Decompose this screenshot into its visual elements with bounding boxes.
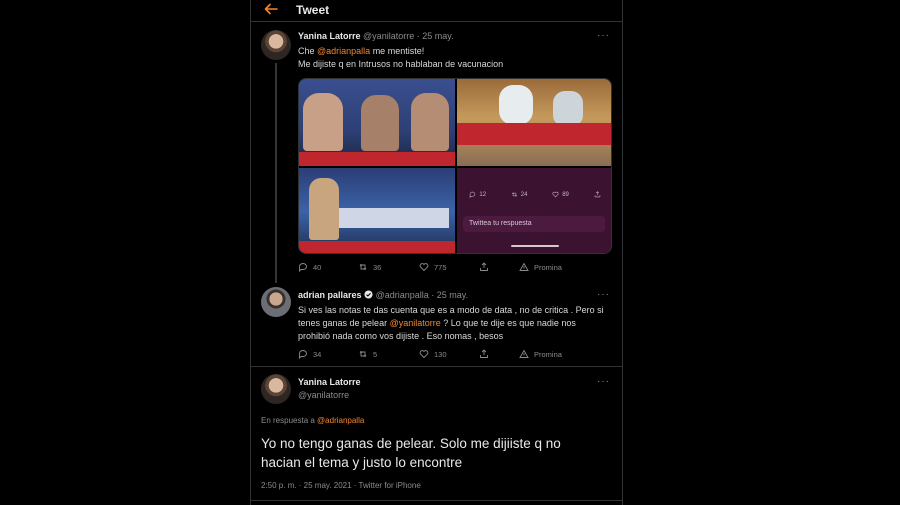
author-handle[interactable]: @adrianpalla: [376, 290, 429, 300]
retweet-button[interactable]: 5: [358, 349, 377, 359]
author-name[interactable]: Yanina Latorre: [298, 377, 361, 387]
media-reply-box: Twittea tu respuesta: [463, 216, 605, 232]
media-action-row: 12 24 89: [457, 191, 611, 198]
like-button[interactable]: 775: [419, 262, 447, 272]
avatar[interactable]: [261, 374, 291, 404]
share-icon: [480, 262, 488, 271]
mention-link[interactable]: @yanilatorre: [390, 318, 441, 328]
tweet-column: Tweet Yanina Latorre @yanilatorre · 25 m…: [250, 0, 623, 505]
divider: [251, 500, 622, 501]
promote-label: Promina: [534, 262, 562, 272]
author-handle[interactable]: @yanilatorre: [363, 31, 414, 41]
reply-count: 34: [313, 349, 322, 359]
author-name[interactable]: Yanina Latorre: [298, 31, 361, 41]
share-button[interactable]: [479, 349, 489, 359]
share-icon: [480, 349, 488, 358]
tweet-line-1: Yo no tengo ganas de pelear. Solo me dij…: [261, 436, 561, 451]
mention-link[interactable]: @adrianpalla: [317, 46, 370, 56]
like-count: 130: [434, 349, 447, 359]
tweet-date[interactable]: 25 may.: [422, 31, 453, 41]
reply-icon: [299, 350, 307, 359]
retweet-icon: [359, 263, 367, 271]
thread-line: [275, 63, 277, 283]
media-image-1[interactable]: [299, 79, 455, 166]
tweet-author-row: adrian pallares @adrianpalla · 25 may.: [298, 290, 468, 300]
page-header: Tweet: [251, 0, 622, 22]
arrow-left-icon[interactable]: [263, 1, 279, 17]
retweet-button[interactable]: 36: [358, 262, 381, 272]
media-image-2[interactable]: [457, 79, 611, 166]
mention-link[interactable]: @adrianpalla: [317, 416, 364, 425]
tweet-author-handle-row: @yanilatorre: [298, 390, 349, 400]
verified-badge-icon: [364, 290, 373, 299]
retweet-icon: [359, 350, 367, 358]
promote-icon: [519, 349, 529, 358]
retweet-icon: 24: [511, 191, 527, 198]
tweet-text: Yo no tengo ganas de pelear. Solo me dij…: [261, 434, 611, 472]
tweet-text: Si ves las notas te das cuenta que es a …: [298, 304, 608, 343]
reply-button[interactable]: 34: [298, 349, 321, 359]
like-count: 775: [434, 262, 447, 272]
tweet-text: Che @adrianpalla me mentiste! Me dijiste…: [298, 45, 608, 71]
separator: ·: [416, 31, 420, 41]
share-icon: [594, 191, 601, 198]
media-image-3[interactable]: [299, 168, 455, 253]
reply-icon: 12: [469, 191, 486, 198]
author-name[interactable]: adrian pallares: [298, 290, 362, 300]
heart-icon: [419, 350, 429, 359]
promote-icon: [519, 262, 529, 271]
heart-icon: 89: [552, 191, 569, 198]
promote-button[interactable]: Promina: [519, 262, 562, 272]
like-button[interactable]: 130: [419, 349, 447, 359]
avatar[interactable]: [261, 287, 291, 317]
author-handle[interactable]: @yanilatorre: [298, 390, 349, 400]
tweet-line-2: Me dijiste q en Intrusos no hablaban de …: [298, 59, 504, 69]
tweet-timestamp[interactable]: 2:50 p. m. · 25 may. 2021 · Twitter for …: [261, 481, 421, 490]
promote-button[interactable]: Promina: [519, 349, 562, 359]
more-options-icon[interactable]: ···: [597, 289, 610, 300]
tweet-date[interactable]: 25 may.: [437, 290, 468, 300]
tweet-line-1: Che @adrianpalla me mentiste!: [298, 46, 425, 56]
tweet-author-row: Yanina Latorre @yanilatorre · 25 may.: [298, 31, 454, 41]
heart-icon: [419, 263, 429, 272]
tweet-line-2: tenes ganas de pelear @yanilatorre ? Lo …: [298, 318, 576, 328]
tweet-line-3: prohibió nada como vos dijiste . Eso nom…: [298, 331, 504, 341]
tweet-media-grid[interactable]: 12 24 89 Twittea tu respuesta: [298, 78, 612, 254]
tweet-line-2: hacian el tema y justo lo encontre: [261, 455, 463, 470]
page-title: Tweet: [296, 3, 330, 17]
separator: ·: [431, 290, 435, 300]
reply-button[interactable]: 40: [298, 262, 321, 272]
media-home-indicator: [511, 245, 559, 247]
tweet-author-name-row: Yanina Latorre: [298, 377, 361, 387]
retweet-count: 36: [373, 262, 382, 272]
tweet-line-1: Si ves las notas te das cuenta que es a …: [298, 305, 604, 315]
divider: [251, 366, 622, 367]
replying-to: En respuesta a @adrianpalla: [261, 416, 365, 425]
reply-icon: [299, 263, 307, 272]
reply-count: 40: [313, 262, 322, 272]
media-image-4[interactable]: 12 24 89 Twittea tu respuesta: [457, 168, 611, 253]
avatar[interactable]: [261, 30, 291, 60]
promote-label: Promina: [534, 349, 562, 359]
more-options-icon[interactable]: ···: [597, 30, 610, 41]
more-options-icon[interactable]: ···: [597, 376, 610, 387]
share-button[interactable]: [479, 262, 489, 272]
retweet-count: 5: [373, 349, 378, 359]
